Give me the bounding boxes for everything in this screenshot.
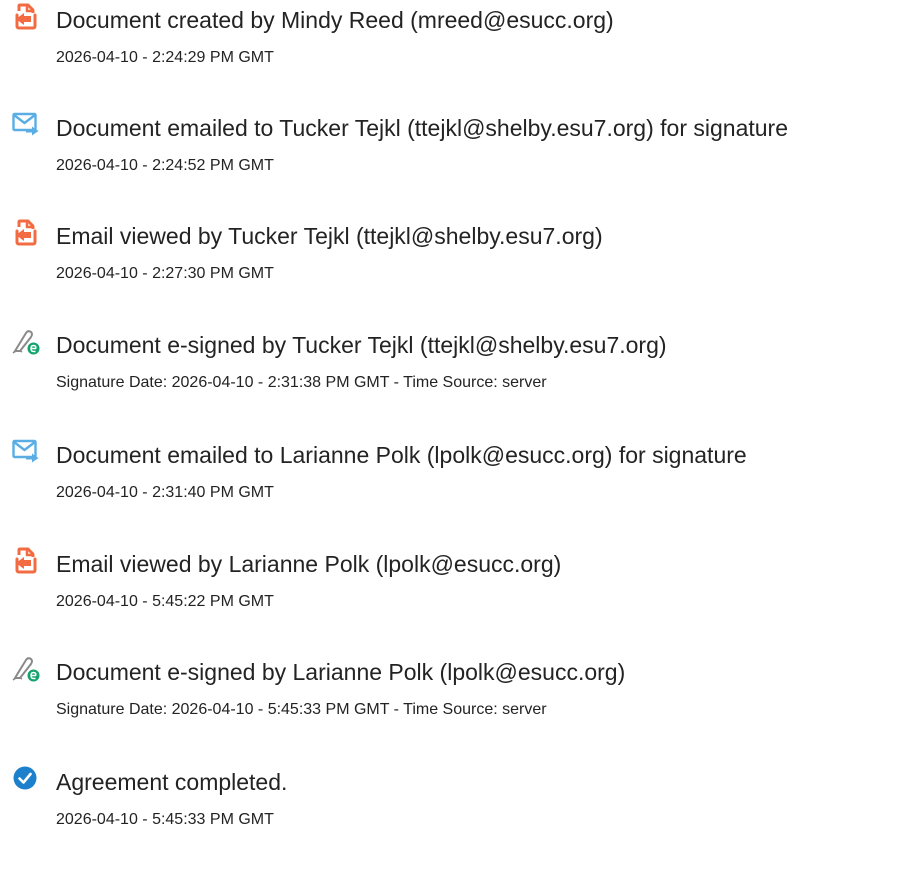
- check-circle-icon: [12, 764, 40, 792]
- event-date: 2026-04-10 - 5:45:33 PM GMT: [56, 811, 274, 828]
- event-date: 2026-04-10 - 2:24:52 PM GMT: [56, 157, 274, 174]
- email-viewed-icon: [12, 218, 40, 246]
- event-date: Signature Date: 2026-04-10 - 2:31:38 PM …: [56, 374, 547, 391]
- event-title: Document e-signed by Tucker Tejkl (ttejk…: [56, 332, 667, 358]
- audit-event-viewed: Email viewed by Larianne Polk (lpolk@esu…: [12, 546, 912, 626]
- e-signed-icon: [12, 654, 40, 682]
- audit-event-signed: Document e-signed by Larianne Polk (lpol…: [12, 654, 912, 734]
- event-date: 2026-04-10 - 2:24:29 PM GMT: [56, 49, 274, 66]
- event-date: 2026-04-10 - 5:45:22 PM GMT: [56, 593, 274, 610]
- audit-event-signed: Document e-signed by Tucker Tejkl (ttejk…: [12, 327, 912, 407]
- email-viewed-icon: [12, 546, 40, 574]
- event-title: Document emailed to Tucker Tejkl (ttejkl…: [56, 115, 788, 141]
- event-date: Signature Date: 2026-04-10 - 5:45:33 PM …: [56, 701, 547, 718]
- event-title: Document emailed to Larianne Polk (lpolk…: [56, 442, 747, 468]
- e-signed-icon: [12, 327, 40, 355]
- audit-event-viewed: Email viewed by Tucker Tejkl (ttejkl@she…: [12, 218, 912, 298]
- document-created-icon: [12, 2, 40, 30]
- event-title: Email viewed by Larianne Polk (lpolk@esu…: [56, 551, 562, 577]
- email-sent-icon: [12, 110, 40, 138]
- event-title: Document created by Mindy Reed (mreed@es…: [56, 7, 614, 33]
- audit-event-completed: Agreement completed. 2026-04-10 - 5:45:3…: [12, 764, 912, 844]
- audit-event-created: Document created by Mindy Reed (mreed@es…: [12, 2, 912, 82]
- event-title: Email viewed by Tucker Tejkl (ttejkl@she…: [56, 223, 603, 249]
- audit-history-list: Document created by Mindy Reed (mreed@es…: [0, 0, 912, 875]
- email-sent-icon: [12, 437, 40, 465]
- event-title: Document e-signed by Larianne Polk (lpol…: [56, 659, 626, 685]
- audit-event-emailed: Document emailed to Tucker Tejkl (ttejkl…: [12, 110, 912, 190]
- event-date: 2026-04-10 - 2:31:40 PM GMT: [56, 484, 274, 501]
- event-date: 2026-04-10 - 2:27:30 PM GMT: [56, 265, 274, 282]
- audit-event-emailed: Document emailed to Larianne Polk (lpolk…: [12, 437, 912, 517]
- event-title: Agreement completed.: [56, 769, 288, 795]
